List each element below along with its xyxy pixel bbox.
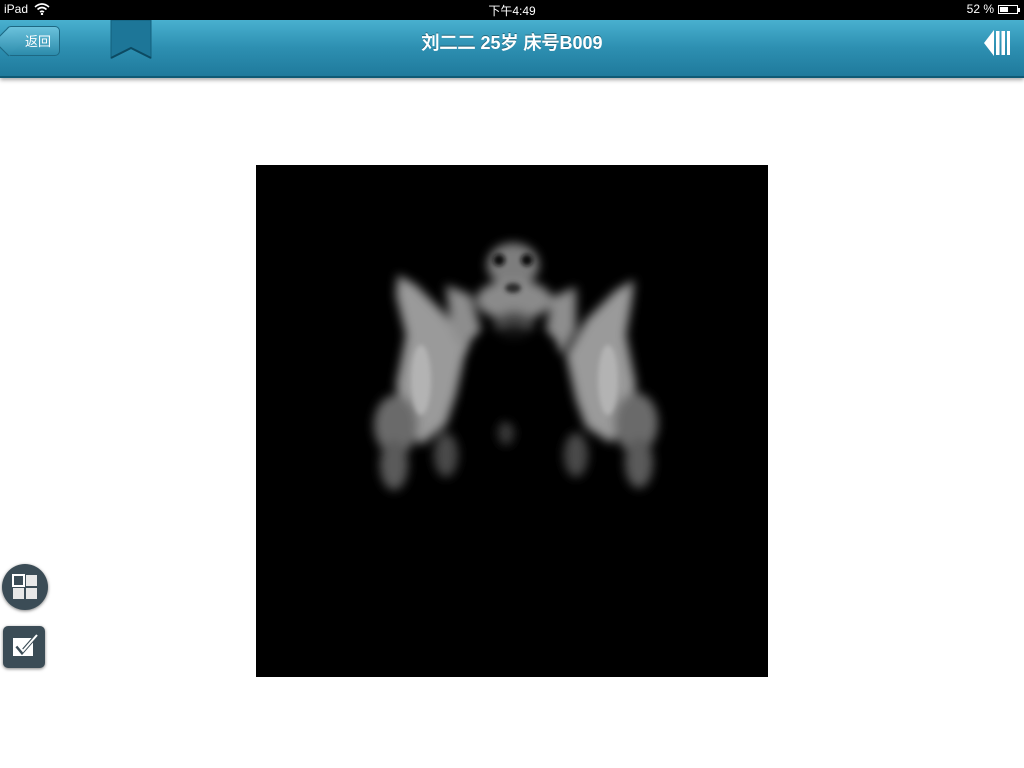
select-check-button[interactable] bbox=[3, 626, 45, 668]
battery-percent: 52 % bbox=[966, 2, 994, 16]
pelvis-xray-image[interactable] bbox=[256, 165, 768, 677]
status-right: 52 % bbox=[966, 2, 1020, 16]
collapse-panel-icon[interactable] bbox=[984, 28, 1010, 58]
status-bar: iPad 下午4:49 52 % bbox=[0, 0, 1024, 20]
status-time: 下午4:49 bbox=[488, 4, 536, 18]
page-title: 刘二二 25岁 床号B009 bbox=[421, 33, 603, 53]
battery-fill bbox=[1000, 6, 1009, 12]
layout-grid-button[interactable] bbox=[2, 564, 48, 610]
nav-bar: 返回 刘二二 25岁 床号B009 bbox=[0, 20, 1024, 78]
checkbox-edit-icon bbox=[13, 634, 38, 656]
battery-icon bbox=[998, 4, 1020, 14]
grid-layout-icon bbox=[12, 574, 37, 599]
